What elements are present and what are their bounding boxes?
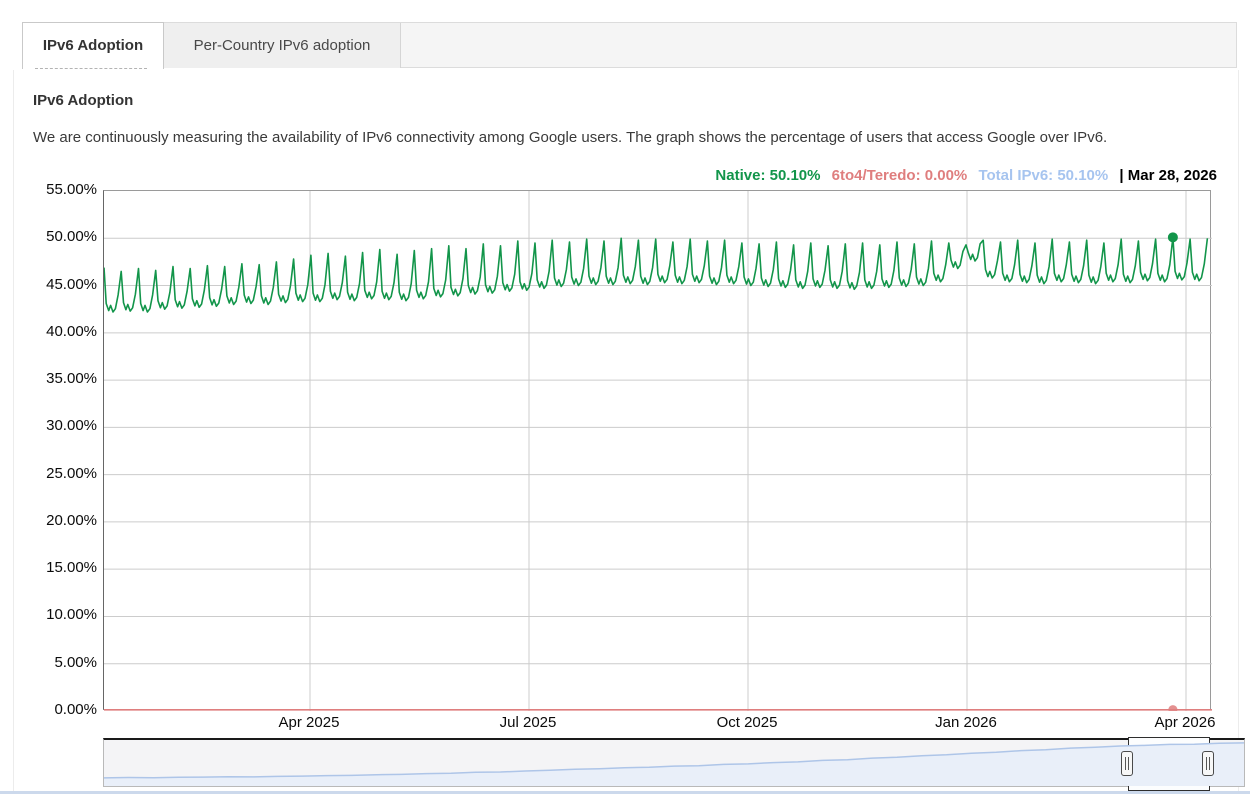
range-handle-right[interactable] <box>1202 751 1214 776</box>
x-axis-label: Oct 2025 <box>687 714 807 731</box>
legend-6to4-teredo: 6to4/Teredo: 0.00% <box>832 167 968 184</box>
y-axis-label: 10.00% <box>19 606 97 623</box>
range-selection-window[interactable] <box>1128 737 1210 791</box>
handle-grip-icon <box>1125 757 1129 770</box>
y-axis-label: 40.00% <box>19 323 97 340</box>
y-axis-label: 20.00% <box>19 512 97 529</box>
active-tab-focus-underline <box>35 68 147 69</box>
page-description: We are continuously measuring the availa… <box>33 129 1107 146</box>
y-axis-label: 0.00% <box>19 701 97 718</box>
y-axis-label: 50.00% <box>19 228 97 245</box>
x-axis-label: Jul 2025 <box>468 714 588 731</box>
tab-ipv6-adoption[interactable]: IPv6 Adoption <box>22 22 164 69</box>
time-range-selector[interactable] <box>103 738 1245 787</box>
native-current-point <box>1168 232 1178 242</box>
y-axis-label: 15.00% <box>19 559 97 576</box>
y-axis-label: 30.00% <box>19 417 97 434</box>
y-axis-label: 45.00% <box>19 276 97 293</box>
tunnel-current-point <box>1168 705 1177 711</box>
adoption-chart-plot-area[interactable] <box>103 190 1211 710</box>
range-handle-left[interactable] <box>1121 751 1133 776</box>
content-frame-left-border <box>13 70 14 791</box>
handle-grip-icon <box>1206 757 1210 770</box>
range-overview-canvas <box>104 740 1244 786</box>
native-series-line <box>104 237 1207 312</box>
section-divider <box>0 791 1250 794</box>
chart-canvas <box>104 191 1212 711</box>
y-axis-label: 5.00% <box>19 654 97 671</box>
legend-native: Native: 50.10% <box>715 167 820 184</box>
y-axis-label: 55.00% <box>19 181 97 198</box>
x-axis-label: Apr 2025 <box>249 714 369 731</box>
tab-per-country-ipv6-adoption[interactable]: Per-Country IPv6 adoption <box>164 23 401 68</box>
ipv6-statistics-page: IPv6 Adoption Per-Country IPv6 adoption … <box>0 0 1250 796</box>
y-axis-label: 25.00% <box>19 465 97 482</box>
range-overview-area <box>104 743 1244 786</box>
content-frame-right-border <box>1238 70 1239 791</box>
chart-legend: Native: 50.10% 6to4/Teredo: 0.00% Total … <box>715 167 1217 184</box>
x-axis-label: Jan 2026 <box>906 714 1026 731</box>
x-axis-label: Apr 2026 <box>1125 714 1245 731</box>
page-title: IPv6 Adoption <box>33 92 133 109</box>
range-overview-line <box>104 743 1244 778</box>
y-axis-label: 35.00% <box>19 370 97 387</box>
legend-selected-date: | Mar 28, 2026 <box>1119 167 1217 184</box>
legend-total-ipv6: Total IPv6: 50.10% <box>978 167 1108 184</box>
